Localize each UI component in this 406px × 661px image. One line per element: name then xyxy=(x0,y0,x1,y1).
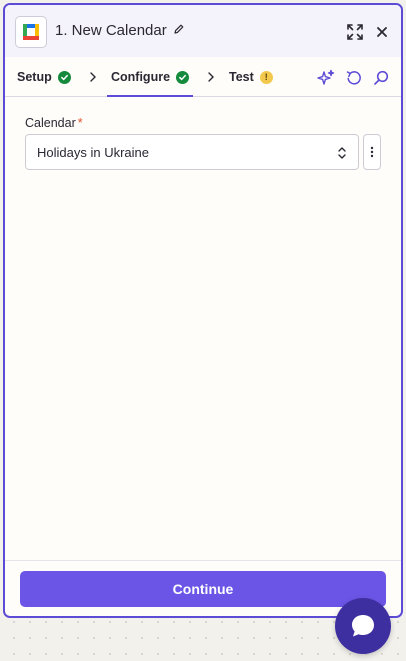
calendar-select-value: Holidays in Ukraine xyxy=(37,144,149,160)
google-calendar-icon xyxy=(15,16,47,48)
ai-sparkle-icon[interactable] xyxy=(316,68,336,88)
tab-test-label: Test xyxy=(229,70,254,84)
warning-icon: ! xyxy=(259,70,273,84)
search-icon[interactable] xyxy=(371,68,391,88)
tab-configure-label: Configure xyxy=(111,70,171,84)
undo-icon[interactable] xyxy=(344,68,364,88)
chevron-right-icon xyxy=(208,72,214,82)
tab-configure[interactable]: Configure xyxy=(106,57,194,97)
step-editor-panel: 1. New Calendar Setup Configure Test ! C… xyxy=(3,3,403,618)
step-tabs: Setup Configure Test ! xyxy=(5,57,401,97)
check-circle-icon xyxy=(57,70,71,84)
field-options-button[interactable] xyxy=(363,134,381,170)
expand-icon[interactable] xyxy=(345,22,365,42)
more-vertical-icon xyxy=(370,146,374,158)
close-icon[interactable] xyxy=(372,22,392,42)
calendar-field-label: Calendar * xyxy=(25,116,83,130)
pencil-icon[interactable] xyxy=(173,22,185,39)
tab-setup[interactable]: Setup xyxy=(17,57,71,97)
footer-divider xyxy=(5,560,401,561)
step-title-text: 1. New Calendar xyxy=(55,22,167,39)
calendar-select[interactable]: Holidays in Ukraine xyxy=(25,134,359,170)
chevron-right-icon xyxy=(90,72,96,82)
continue-button[interactable]: Continue xyxy=(20,571,386,607)
required-mark: * xyxy=(77,116,83,130)
chat-button[interactable] xyxy=(335,598,391,654)
tab-test[interactable]: Test ! xyxy=(229,57,273,97)
tab-setup-label: Setup xyxy=(17,70,52,84)
check-circle-icon xyxy=(176,70,190,84)
chevron-up-down-icon xyxy=(338,147,346,159)
chat-bubble-icon xyxy=(352,615,374,637)
calendar-label-text: Calendar xyxy=(25,116,76,130)
panel-header: 1. New Calendar xyxy=(5,5,401,57)
step-title[interactable]: 1. New Calendar xyxy=(55,22,185,39)
